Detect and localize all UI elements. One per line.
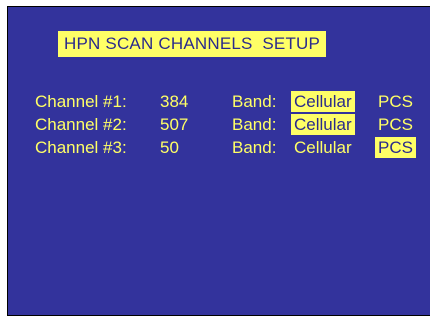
scan-channels-screen: HPN SCAN CHANNELS SETUP Channel #1: 384 … [7, 6, 430, 316]
band-label: Band: [232, 92, 277, 111]
page-title: HPN SCAN CHANNELS SETUP [58, 31, 327, 57]
channel-value[interactable]: 384 [160, 91, 188, 113]
band-option-pcs[interactable]: PCS [375, 91, 416, 112]
band-label: Band: [232, 138, 277, 157]
band-option-pcs[interactable]: PCS [375, 137, 416, 158]
band-option-pcs[interactable]: PCS [375, 114, 416, 135]
channel-row-3[interactable]: Channel #3: 50 Band: Cellular PCS [8, 137, 430, 159]
channel-label: Channel #2: [35, 115, 127, 134]
band-option-cellular[interactable]: Cellular [291, 91, 355, 112]
band-option-cellular[interactable]: Cellular [291, 137, 355, 158]
channel-value[interactable]: 507 [160, 114, 188, 136]
channel-row-2[interactable]: Channel #2: 507 Band: Cellular PCS [8, 114, 430, 136]
band-option-cellular[interactable]: Cellular [291, 114, 355, 135]
band-label: Band: [232, 115, 277, 134]
channel-value[interactable]: 50 [160, 137, 179, 159]
channel-row-1[interactable]: Channel #1: 384 Band: Cellular PCS [8, 91, 430, 113]
channel-label: Channel #1: [35, 92, 127, 111]
channel-label: Channel #3: [35, 138, 127, 157]
